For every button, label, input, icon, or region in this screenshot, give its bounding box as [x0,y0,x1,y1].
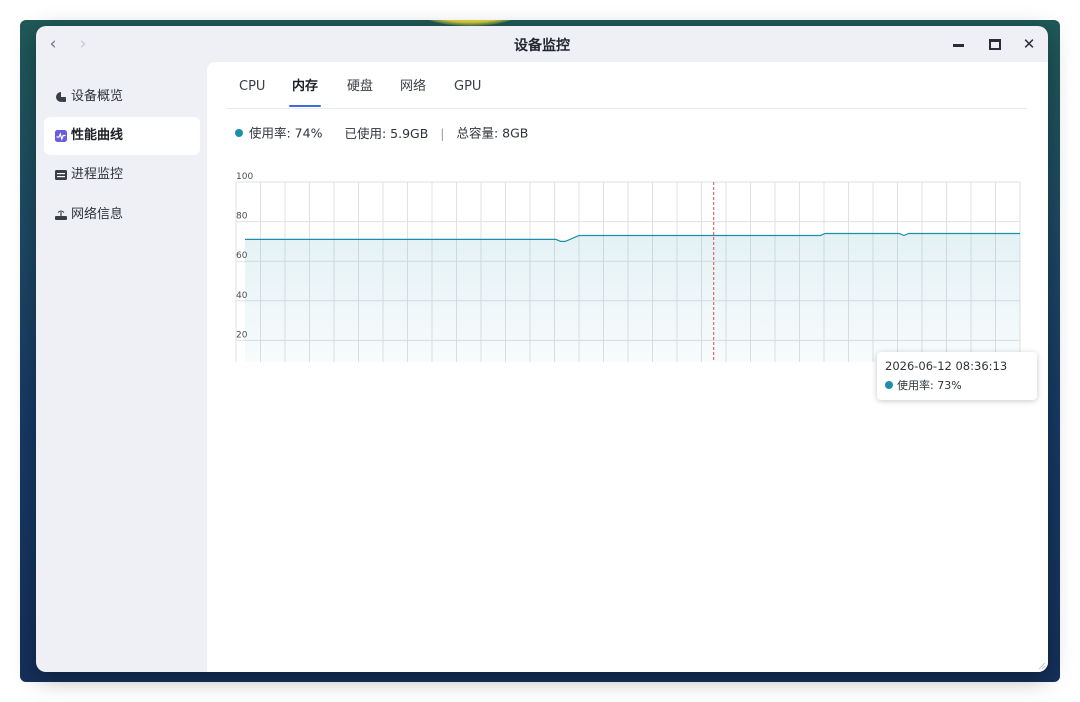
memory-usage-area [245,233,1020,362]
resize-grip-icon[interactable] [1036,660,1046,670]
main-content: CPU 内存 硬盘 网络 GPU 使用率: 74% 已使用: 5.9GB | 总… [207,62,1048,672]
title-bar: ‹ › 设备监控 ✕ [36,26,1048,62]
sidebar-item-label: 进程监控 [71,167,124,182]
y-tick-label: 80 [236,212,248,222]
device-overview-icon [56,92,66,102]
close-icon: ✕ [1022,35,1036,53]
maximize-button[interactable] [983,34,1005,54]
sidebar-item-label: 网络信息 [71,207,124,222]
window-title: 设备监控 [514,38,570,54]
performance-curve-icon [55,130,67,142]
sidebar: 设备概览 性能曲线 进程监控 网络信息 [36,62,207,672]
sidebar-item-performance-curve[interactable]: 性能曲线 [44,117,200,155]
y-tick-label: 100 [236,172,253,182]
tooltip-value: 使用率: 73% [885,377,962,393]
sidebar-item-label: 性能曲线 [71,128,124,143]
sidebar-item-device-overview[interactable]: 设备概览 [44,78,200,116]
memory-usage-chart[interactable]: 020406080100 [207,62,1048,362]
app-window: ‹ › 设备监控 ✕ 设备概览 性能曲线 进程监控 网络信息 CPU 内存 硬盘… [36,26,1048,672]
chart-tooltip: 2026-06-12 08:36:13 使用率: 73% [877,352,1037,400]
sidebar-item-process-monitor[interactable]: 进程监控 [44,156,200,194]
close-button[interactable]: ✕ [1018,34,1040,54]
process-monitor-icon [55,170,67,180]
tooltip-time: 2026-06-12 08:36:13 [885,359,1008,373]
maximize-icon [989,39,1001,50]
tooltip-series-dot [885,381,893,389]
minimize-button[interactable] [948,34,970,54]
network-info-icon [55,210,67,220]
sidebar-item-label: 设备概览 [71,89,124,104]
tooltip-value-text: 使用率: 73% [897,379,962,392]
sidebar-item-network-info[interactable]: 网络信息 [44,196,200,234]
minimize-icon [953,44,964,47]
